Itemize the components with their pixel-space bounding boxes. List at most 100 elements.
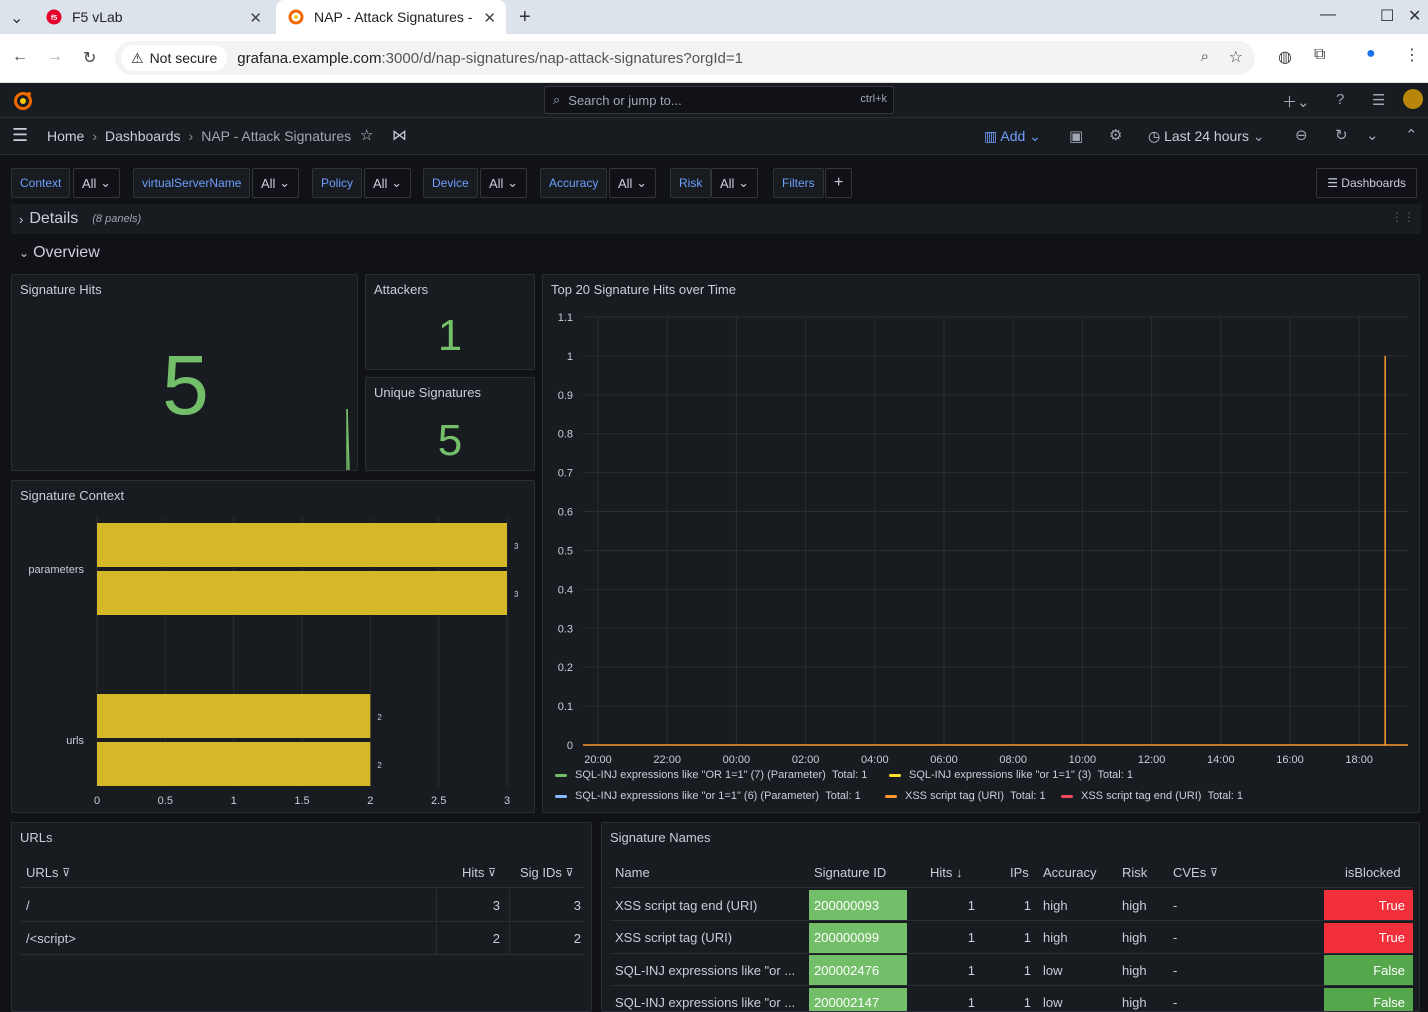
panel-signature-context[interactable]: Signature Context 00.511.522.53parameter… xyxy=(11,480,535,813)
column-header-cves[interactable]: CVEs ⊽ xyxy=(1173,857,1218,887)
new-plus-icon[interactable]: ＋⌄ xyxy=(1282,91,1310,112)
url-path: :3000/d/nap-signatures/nap-attack-signat… xyxy=(382,50,744,67)
row-details[interactable]: › Details (8 panels) ⋮⋮ xyxy=(11,204,1421,234)
browser-menu-icon[interactable]: ⋮ xyxy=(1404,45,1420,65)
panel-attackers[interactable]: Attackers 1 xyxy=(365,274,535,370)
legend-item[interactable]: SQL-INJ expressions like "or 1=1" (6) (P… xyxy=(555,790,861,802)
bar xyxy=(97,571,507,615)
forward-icon[interactable]: → xyxy=(47,48,63,66)
tab-search-chevron-icon[interactable]: ⌄ xyxy=(10,8,23,28)
cell-accuracy: low xyxy=(1038,987,1118,1012)
search-input[interactable]: ⌕ Search or jump to... ctrl+k xyxy=(544,86,894,114)
column-header-sigids[interactable]: Sig IDs ⊽ xyxy=(520,857,574,887)
menu-hamburger-icon[interactable]: ☰ xyxy=(12,125,28,146)
column-header-ips[interactable]: IPs xyxy=(1010,857,1029,887)
add-filter-button[interactable]: + xyxy=(825,168,852,198)
legend-total: Total: 1 xyxy=(1208,790,1243,802)
var-virtualservername-select[interactable]: All ⌄ xyxy=(252,168,299,198)
legend-item[interactable]: XSS script tag (URI) Total: 1 xyxy=(885,790,1046,802)
tab-f5-vlab[interactable]: f5 F5 vLab ✕ xyxy=(34,0,272,34)
column-header-accuracy[interactable]: Accuracy xyxy=(1043,857,1096,887)
var-accuracy-select[interactable]: All ⌄ xyxy=(609,168,656,198)
filter-icon[interactable]: ⊽ xyxy=(62,866,70,879)
star-icon[interactable]: ☆ xyxy=(360,126,373,144)
dashboards-button[interactable]: ☰ Dashboards xyxy=(1316,168,1417,198)
user-avatar[interactable] xyxy=(1403,89,1423,109)
legend-item[interactable]: SQL-INJ expressions like "OR 1=1" (7) (P… xyxy=(555,769,867,781)
cell-risk: high xyxy=(1117,889,1169,921)
panel-unique-signatures[interactable]: Unique Signatures 5 xyxy=(365,377,535,471)
omnibox[interactable]: ⚠ Not secure grafana.example.com:3000/d/… xyxy=(115,41,1255,75)
legend-total: Total: 1 xyxy=(1097,769,1132,781)
var-accuracy-label: Accuracy xyxy=(540,168,607,198)
y-tick-label: 0.9 xyxy=(558,390,573,402)
legend-item[interactable]: SQL-INJ expressions like "or 1=1" (3) To… xyxy=(889,769,1133,781)
help-icon[interactable]: ? xyxy=(1336,91,1344,108)
browser-tab-strip: ⌄ f5 F5 vLab ✕ NAP - Attack Signatures -… xyxy=(0,0,1428,34)
security-chip[interactable]: ⚠ Not secure xyxy=(121,45,227,71)
var-value: All xyxy=(618,176,632,191)
filter-icon[interactable]: ⊽ xyxy=(488,866,496,879)
refresh-icon[interactable]: ↻ xyxy=(1335,126,1348,144)
reload-icon[interactable]: ↻ xyxy=(83,48,96,68)
share-icon[interactable]: ⋈ xyxy=(392,126,407,144)
column-header-risk[interactable]: Risk xyxy=(1122,857,1147,887)
zoom-out-icon[interactable]: ⊖ xyxy=(1295,126,1308,144)
save-icon[interactable]: ▣ xyxy=(1069,127,1083,145)
news-rss-icon[interactable]: ☰ xyxy=(1372,91,1385,109)
profile-icon[interactable]: ● xyxy=(1366,45,1376,63)
breadcrumb-dashboards[interactable]: Dashboards xyxy=(105,128,181,144)
back-icon[interactable]: ← xyxy=(12,48,28,66)
maximize-icon[interactable]: ☐ xyxy=(1380,6,1394,26)
panel-urls[interactable]: URLs URLs ⊽ Hits ⊽ Sig IDs ⊽ / 3 3 /<scr… xyxy=(11,822,592,1012)
panel-top20-timeseries[interactable]: Top 20 Signature Hits over Time 00.10.20… xyxy=(542,274,1420,813)
column-header-signature-id[interactable]: Signature ID xyxy=(814,857,886,887)
close-tab-icon[interactable]: ✕ xyxy=(483,9,496,27)
var-value: All xyxy=(373,176,387,191)
var-policy-label: Policy xyxy=(312,168,362,198)
settings-gear-icon[interactable]: ⚙ xyxy=(1109,126,1122,144)
column-header-hits[interactable]: Hits ⊽ xyxy=(462,857,496,887)
y-tick-label: 0.7 xyxy=(558,468,573,480)
var-context-select[interactable]: All ⌄ xyxy=(73,168,120,198)
var-risk-label: Risk xyxy=(670,168,711,198)
url-text[interactable]: grafana.example.com:3000/d/nap-signature… xyxy=(237,50,743,67)
grafana-logo-icon[interactable] xyxy=(12,90,34,112)
add-button[interactable]: ▥ Add ⌄ xyxy=(984,128,1041,145)
panel-signature-hits[interactable]: Signature Hits 5 xyxy=(11,274,358,471)
extensions-puzzle-icon[interactable]: ⧉ xyxy=(1314,46,1325,64)
panel-signature-names[interactable]: Signature Names Name Signature ID Hits ↓… xyxy=(601,822,1420,1012)
cell-signature-id: 200000093 xyxy=(809,890,907,920)
filter-icon[interactable]: ⊽ xyxy=(1210,866,1218,879)
column-header-urls[interactable]: URLs ⊽ xyxy=(26,857,70,887)
signature-context-chart: 00.511.522.53parameters33urls22 xyxy=(12,481,535,813)
time-range-picker[interactable]: ◷ Last 24 hours ⌄ xyxy=(1148,128,1265,145)
minimize-icon[interactable]: — xyxy=(1320,6,1336,24)
column-header-hits[interactable]: Hits ↓ xyxy=(930,857,963,887)
var-device-select[interactable]: All ⌄ xyxy=(480,168,527,198)
tab-nap-attack-signatures[interactable]: NAP - Attack Signatures - ✕ xyxy=(276,0,506,34)
collapse-chevron-icon[interactable]: ⌃ xyxy=(1405,126,1418,144)
refresh-interval-chevron-icon[interactable]: ⌄ xyxy=(1366,126,1379,144)
legend-item[interactable]: XSS script tag end (URI) Total: 1 xyxy=(1061,790,1243,802)
close-window-icon[interactable]: ✕ xyxy=(1408,6,1421,26)
var-policy-select[interactable]: All ⌄ xyxy=(364,168,411,198)
filter-icon[interactable]: ⊽ xyxy=(566,866,574,879)
var-risk-select[interactable]: All ⌄ xyxy=(711,168,758,198)
new-tab-icon[interactable]: + xyxy=(519,6,531,29)
column-header-name[interactable]: Name xyxy=(615,857,650,887)
close-tab-icon[interactable]: ✕ xyxy=(249,9,262,27)
extension-icon[interactable]: ◍ xyxy=(1278,47,1292,67)
drag-handle-icon[interactable]: ⋮⋮ xyxy=(1391,210,1415,224)
row-overview[interactable]: ⌄ Overview xyxy=(11,238,1421,268)
x-tick-label: 16:00 xyxy=(1276,754,1304,765)
legend-label: SQL-INJ expressions like "or 1=1" (6) (P… xyxy=(575,790,819,802)
breadcrumb-home[interactable]: Home xyxy=(47,128,84,144)
cell-isblocked: True xyxy=(1324,923,1413,953)
cell-cves: - xyxy=(1168,922,1268,954)
bookmark-star-icon[interactable]: ☆ xyxy=(1229,47,1243,67)
cell-risk: high xyxy=(1117,987,1169,1012)
column-header-isblocked[interactable]: isBlocked xyxy=(1345,857,1401,887)
column-label: Hits xyxy=(930,865,952,880)
zoom-icon[interactable]: ⌕ xyxy=(1201,48,1209,65)
